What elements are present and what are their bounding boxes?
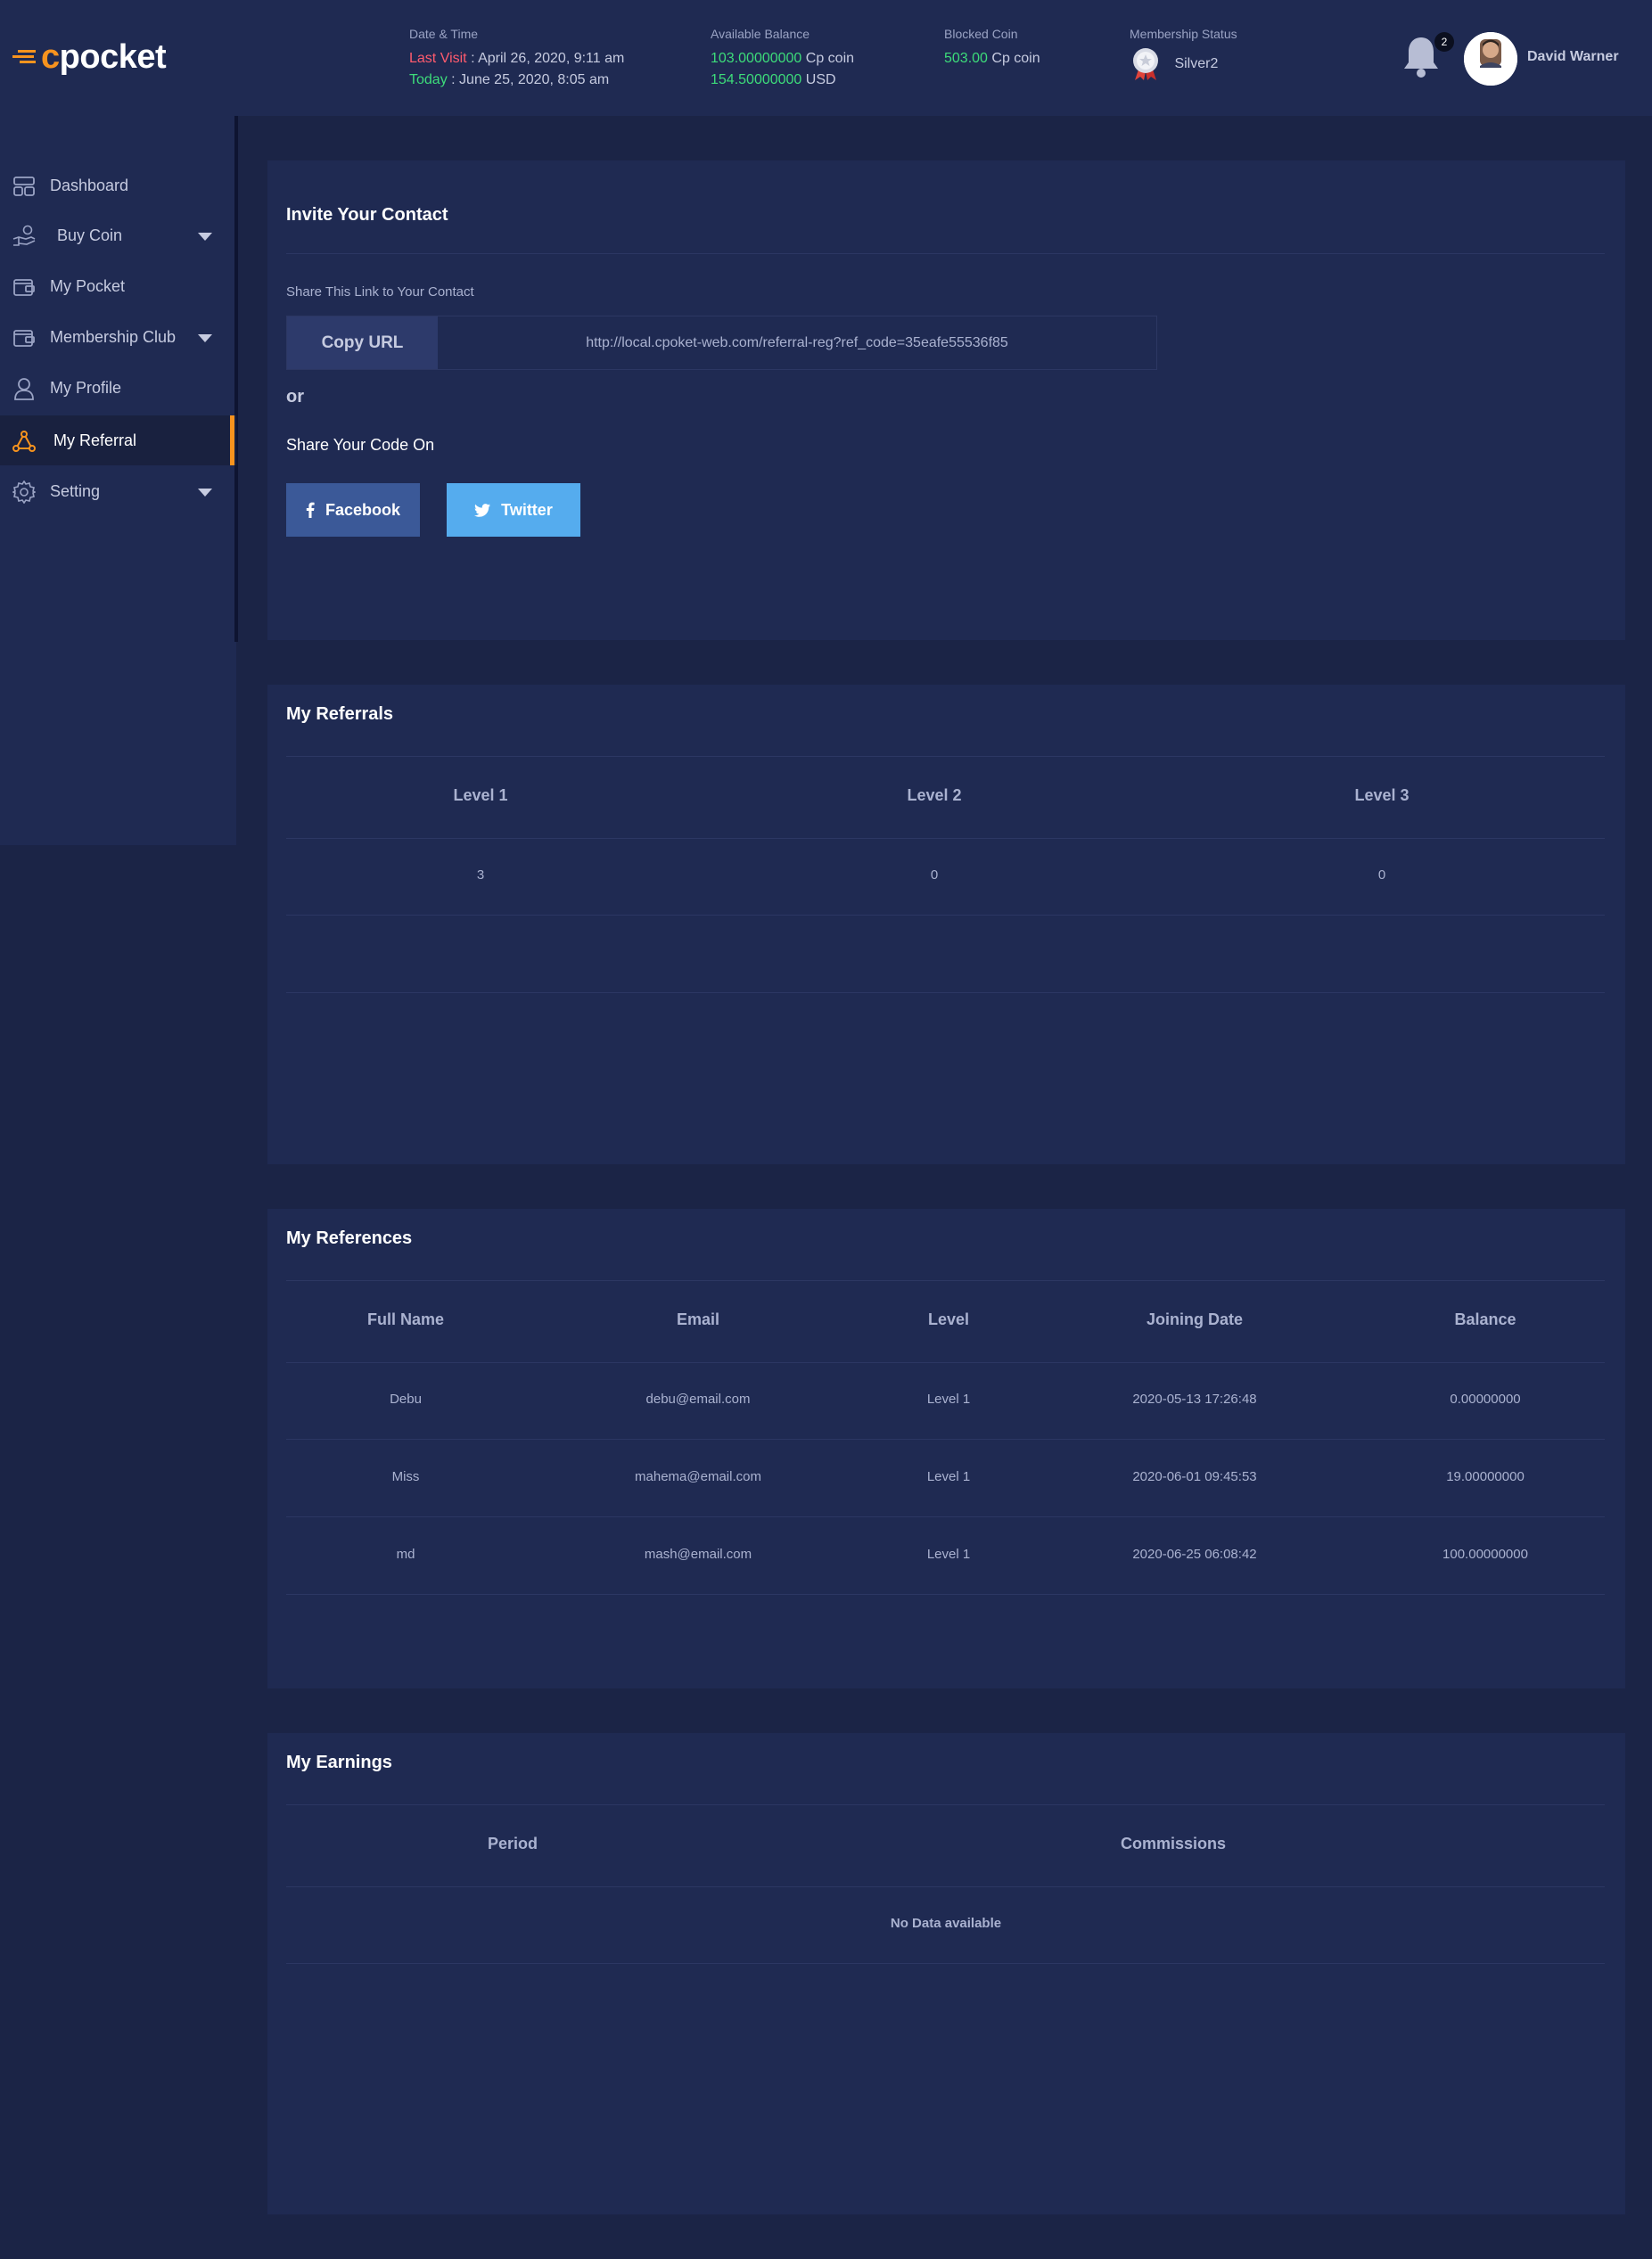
gear-icon: [12, 481, 36, 504]
balance-block: Available Balance 103.00000000 Cp coin 1…: [711, 27, 854, 91]
dashboard-icon: [13, 177, 35, 196]
today-line: Today : June 25, 2020, 8:05 am: [409, 72, 610, 87]
membership-block: Membership Status Silver2: [1130, 27, 1237, 82]
user-name[interactable]: David Warner: [1527, 49, 1619, 65]
user-icon: [14, 378, 34, 400]
chevron-down-icon: [198, 233, 212, 241]
invite-card: Invite Your Contact Share This Link to Y…: [267, 160, 1625, 640]
table-cell: 0: [930, 867, 939, 883]
divider: [286, 992, 1605, 993]
sidebar-item-my-referral[interactable]: My Referral: [0, 415, 236, 465]
membership-icon: [13, 330, 35, 347]
empty-state-text: No Data available: [890, 1916, 1002, 1931]
share-code-label: Share Your Code On: [286, 436, 435, 454]
avatar-image: [1464, 32, 1517, 86]
divider: [286, 1963, 1605, 1964]
blocked-coin-block: Blocked Coin 503.00 Cp coin: [944, 27, 1040, 70]
divider: [286, 253, 1605, 254]
coin-balance: 103.00000000 Cp coin: [711, 51, 855, 66]
divider: [286, 1516, 1605, 1517]
referral-url-box: Copy URL http://local.cpoket-web.com/ref…: [286, 316, 1157, 370]
membership-value: Silver2: [1174, 56, 1219, 72]
column-header-full-name: Full Name: [366, 1310, 445, 1328]
wallet-icon: [13, 279, 35, 296]
referrals-title: My Referrals: [286, 704, 394, 724]
referral-url-text[interactable]: http://local.cpoket-web.com/referral-reg…: [438, 316, 1156, 369]
top-header: cpocket Date & Time Last Visit : April 2…: [0, 0, 1652, 116]
earnings-title: My Earnings: [286, 1753, 392, 1772]
divider: [286, 756, 1605, 757]
medal-icon: [1133, 48, 1158, 80]
column-header-commissions: Commissions: [1120, 1835, 1227, 1852]
facebook-icon: [306, 502, 315, 518]
blocked-coin-label: Blocked Coin: [944, 27, 1018, 41]
usd-balance: 154.50000000 USD: [711, 72, 836, 87]
column-header-joining-date: Joining Date: [1146, 1310, 1243, 1328]
table-header: Level 1: [453, 786, 508, 804]
last-visit-line: Last Visit : April 26, 2020, 9:11 am: [409, 51, 625, 66]
notification-count-badge: 2: [1434, 32, 1454, 52]
divider: [286, 1886, 1605, 1887]
twitter-icon: [474, 503, 491, 517]
membership-label: Membership Status: [1130, 27, 1237, 41]
blocked-coin-value: 503.00 Cp coin: [944, 51, 1040, 66]
chevron-down-icon: [198, 334, 212, 342]
divider: [286, 915, 1605, 916]
column-header-balance: Balance: [1454, 1310, 1516, 1328]
share-link-label: Share This Link to Your Contact: [286, 284, 474, 300]
table-cell: 3: [476, 867, 485, 883]
datetime-label: Date & Time: [409, 27, 479, 41]
divider: [286, 838, 1605, 839]
table-cell: 0: [1377, 867, 1386, 883]
cpocket-logo[interactable]: cpocket: [12, 37, 167, 77]
column-header-email: Email: [676, 1310, 720, 1328]
table-header: Level 3: [1354, 786, 1410, 804]
referrals-card: My Referrals Level 1 Level 2 Level 3 3 0…: [267, 685, 1625, 1164]
references-title: My References: [286, 1228, 413, 1248]
twitter-share-button[interactable]: Twitter: [447, 483, 580, 537]
logo-text: cpocket: [41, 37, 167, 76]
balance-label: Available Balance: [711, 27, 810, 41]
divider: [286, 1280, 1605, 1281]
sidebar-item-dashboard[interactable]: Dashboard: [0, 160, 236, 210]
or-text: or: [286, 387, 304, 407]
divider: [286, 1439, 1605, 1440]
user-avatar[interactable]: [1464, 32, 1517, 86]
sidebar-item-buy-coin[interactable]: Buy Coin: [0, 210, 236, 260]
buy-coin-icon: [12, 225, 36, 246]
sidebar-item-my-pocket[interactable]: My Pocket: [0, 261, 236, 311]
copy-url-button[interactable]: Copy URL: [287, 316, 438, 369]
chevron-down-icon: [198, 489, 212, 497]
divider: [286, 1362, 1605, 1363]
sidebar-item-setting[interactable]: Setting: [0, 466, 236, 516]
earnings-card: My Earnings Period Commissions No Data a…: [267, 1733, 1625, 2214]
table-header: Level 2: [907, 786, 962, 804]
column-header-level: Level: [927, 1310, 970, 1328]
references-card: My References Full Name Email Level Join…: [267, 1209, 1625, 1688]
divider: [286, 1804, 1605, 1805]
sidebar-item-membership-club[interactable]: Membership Club: [0, 312, 236, 362]
datetime-block: Date & Time Last Visit : April 26, 2020,…: [409, 27, 624, 91]
invite-title: Invite Your Contact: [286, 205, 448, 225]
referral-icon: [12, 431, 36, 452]
sidebar-item-my-profile[interactable]: My Profile: [0, 363, 236, 413]
speed-lines-icon: [12, 50, 36, 63]
facebook-share-button[interactable]: Facebook: [286, 483, 420, 537]
divider: [286, 1594, 1605, 1595]
column-header-period: Period: [487, 1835, 538, 1852]
